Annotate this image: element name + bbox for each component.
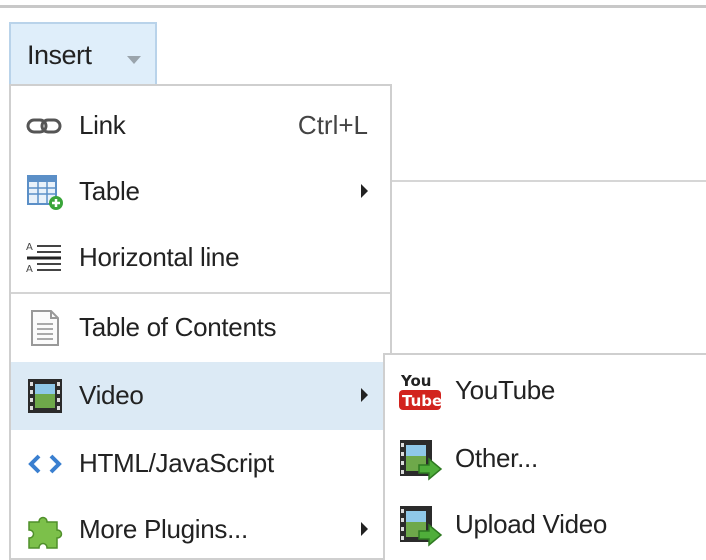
menu-item-label: Horizontal line bbox=[79, 242, 240, 272]
submenu-item-label: YouTube bbox=[455, 375, 556, 405]
menu-item-video[interactable]: Video bbox=[11, 362, 390, 430]
svg-text:A: A bbox=[26, 242, 33, 253]
page: Insert Link Ctrl+L Table A A Horizontal … bbox=[0, 0, 706, 560]
submenu-item-upload-video[interactable]: Upload Video bbox=[385, 491, 706, 559]
svg-text:You: You bbox=[400, 372, 431, 390]
menu-item-html-javascript[interactable]: HTML/JavaScript bbox=[11, 430, 390, 498]
submenu-item-label: Upload Video bbox=[455, 509, 608, 539]
menu-item-link[interactable]: Link Ctrl+L bbox=[11, 92, 390, 160]
insert-button-label: Insert bbox=[27, 40, 92, 70]
insert-dropdown-menu: Link Ctrl+L Table A A Horizontal line Ta… bbox=[9, 84, 392, 560]
menu-item-label: HTML/JavaScript bbox=[79, 448, 274, 478]
menu-item-table[interactable]: Table bbox=[11, 158, 390, 226]
puzzle-icon bbox=[28, 516, 63, 549]
code-icon bbox=[28, 454, 62, 474]
submenu-arrow-icon bbox=[361, 388, 368, 402]
menu-item-table-of-contents[interactable]: Table of Contents bbox=[11, 294, 390, 362]
submenu-item-youtube[interactable]: You Tube YouTube bbox=[385, 357, 706, 425]
menu-item-label: More Plugins... bbox=[79, 514, 248, 544]
document-icon bbox=[31, 310, 59, 346]
submenu-arrow-icon bbox=[361, 184, 368, 198]
menu-item-shortcut: Ctrl+L bbox=[297, 110, 368, 140]
menu-item-more-plugins[interactable]: More Plugins... bbox=[11, 496, 390, 560]
menu-item-label: Table bbox=[79, 176, 140, 206]
submenu-item-other[interactable]: Other... bbox=[385, 425, 706, 493]
menu-item-label: Link bbox=[79, 110, 126, 140]
horizontal-line-icon: A A bbox=[26, 242, 61, 275]
insert-menu-button[interactable]: Insert bbox=[9, 22, 157, 88]
menu-item-horizontal-line[interactable]: A A Horizontal line bbox=[11, 224, 390, 292]
submenu-item-label: Other... bbox=[455, 443, 538, 473]
svg-text:A: A bbox=[26, 264, 33, 275]
video-arrow-icon bbox=[400, 440, 443, 481]
table-icon bbox=[27, 175, 63, 210]
video-upload-icon bbox=[400, 506, 443, 547]
submenu-arrow-icon bbox=[361, 522, 368, 536]
menu-item-label: Video bbox=[79, 380, 144, 410]
svg-text:Tube: Tube bbox=[402, 392, 442, 410]
chevron-down-icon bbox=[127, 56, 141, 64]
link-icon bbox=[26, 118, 62, 134]
toolbar-divider bbox=[390, 180, 706, 182]
film-icon bbox=[28, 379, 62, 413]
video-submenu: You Tube YouTube Other... Upload Video bbox=[383, 353, 706, 560]
menu-item-label: Table of Contents bbox=[79, 312, 277, 342]
youtube-icon: You Tube bbox=[399, 372, 442, 410]
